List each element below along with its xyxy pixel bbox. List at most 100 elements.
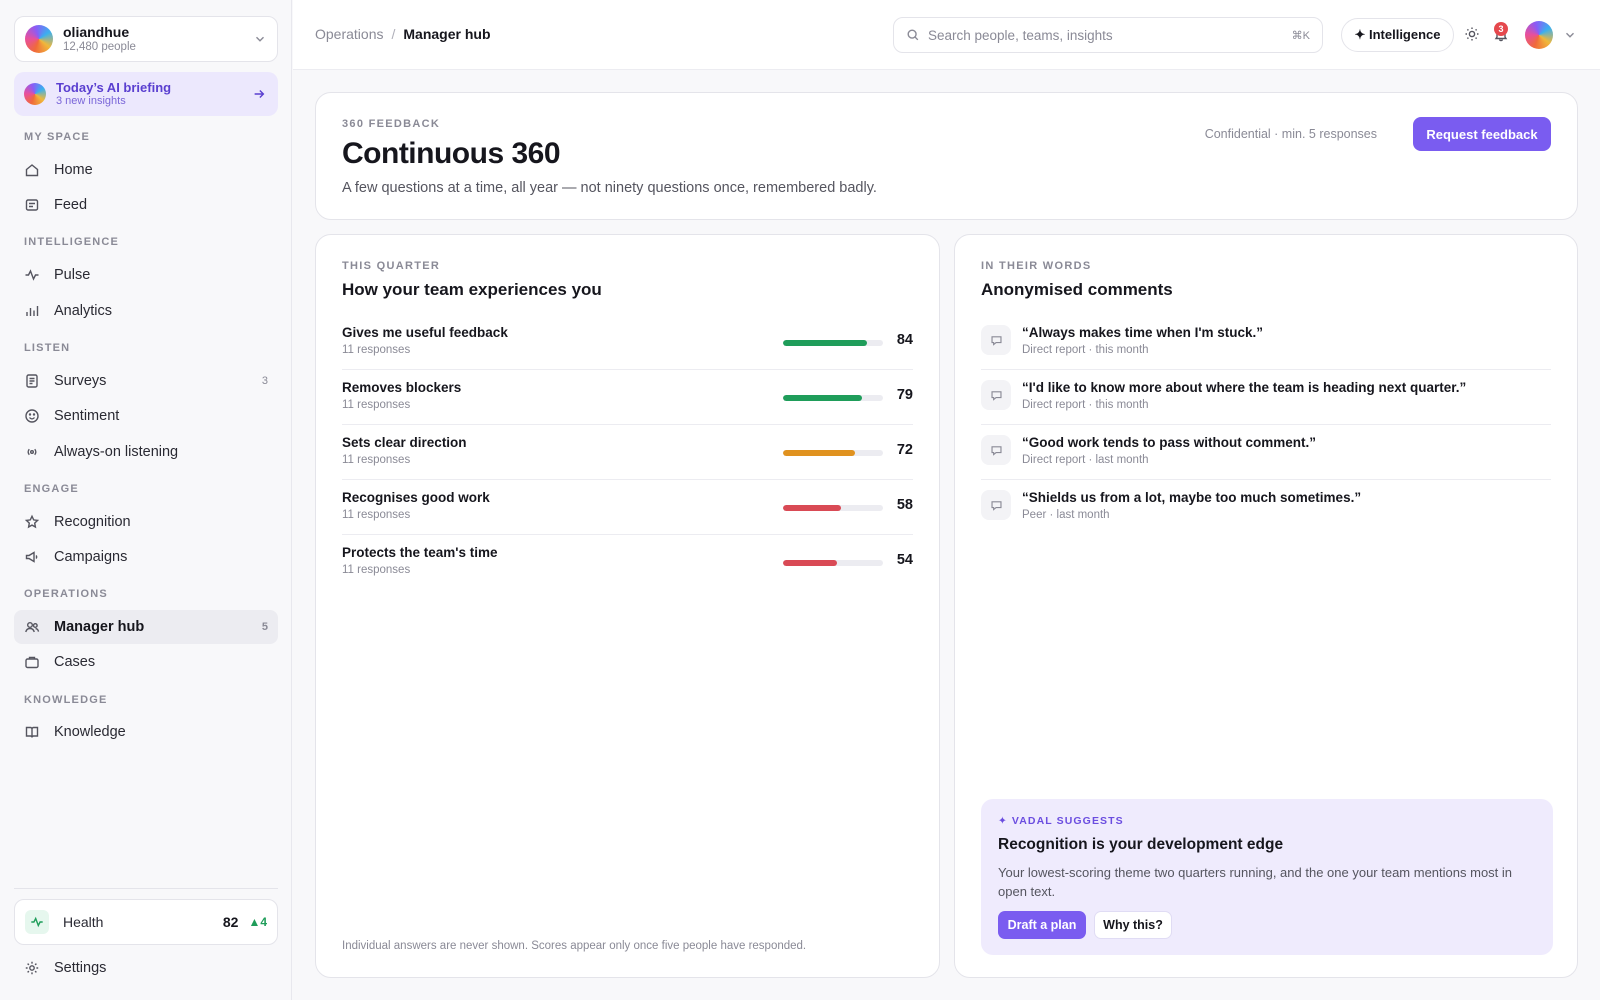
comment-meta: Peer · last month (1022, 509, 1110, 521)
comment-quote: “Shields us from a lot, maybe too much s… (1022, 490, 1362, 505)
bar-chart-icon (26, 306, 39, 316)
scores-eyebrow: THIS QUARTER (342, 260, 441, 272)
sidebar-item-surveys[interactable]: Surveys 3 (14, 364, 278, 398)
user-avatar[interactable] (1525, 21, 1553, 49)
health-widget[interactable]: Health 82 ▲4 (14, 899, 278, 945)
sidebar-item-settings[interactable]: Settings (14, 951, 278, 985)
score-row[interactable]: Sets clear direction 11 responses 72 (342, 425, 913, 480)
sidebar-item-label: Surveys (54, 373, 107, 389)
comment-icon (981, 435, 1011, 465)
sidebar-item-knowledge[interactable]: Knowledge (14, 715, 278, 749)
sidebar-item-always-on-listening[interactable]: Always-on listening (14, 435, 278, 469)
breadcrumb: Operations / Manager hub (315, 26, 491, 42)
intelligence-button[interactable]: ✦ Intelligence (1341, 18, 1454, 52)
sidebar-item-cases[interactable]: Cases (14, 645, 278, 679)
search-input[interactable] (928, 27, 1292, 43)
comment-meta: Direct report · last month (1022, 454, 1149, 466)
org-name: oliandhue (63, 24, 130, 40)
ai-avatar (24, 83, 46, 105)
score-row[interactable]: Protects the team's time 11 responses 54 (342, 535, 913, 590)
comment-icon (981, 325, 1011, 355)
sidebar-item-home[interactable]: Home (14, 153, 278, 187)
breadcrumb-separator: / (391, 26, 396, 42)
nav-section-engage: ENGAGE (24, 483, 79, 495)
comment-meta: Direct report · this month (1022, 399, 1149, 411)
why-this-button[interactable]: Why this? (1094, 911, 1172, 939)
comment-row: “Good work tends to pass without comment… (981, 425, 1551, 480)
comment-quote: “I'd like to know more about where the t… (1022, 380, 1467, 395)
chevron-down-icon[interactable] (1563, 28, 1577, 42)
score-bar-track (783, 340, 883, 346)
sidebar-item-feed[interactable]: Feed (14, 188, 278, 222)
sidebar-item-pulse[interactable]: Pulse (14, 258, 278, 292)
pulse-icon (25, 269, 39, 281)
suggestion-title: Recognition is your development edge (998, 836, 1284, 853)
ai-briefing-card[interactable]: Today’s AI briefing 3 new insights (14, 72, 278, 116)
score-label: Removes blockers (342, 380, 462, 395)
comments-title: Anonymised comments (981, 280, 1173, 299)
score-label: Protects the team's time (342, 545, 498, 560)
score-label: Sets clear direction (342, 435, 467, 450)
request-feedback-button[interactable]: Request feedback (1413, 117, 1551, 151)
score-label: Gives me useful feedback (342, 325, 508, 340)
nav-section-listen: LISTEN (24, 342, 71, 354)
sidebar-item-count: 5 (261, 621, 268, 633)
score-value: 58 (896, 497, 913, 513)
draft-plan-button[interactable]: Draft a plan (998, 911, 1086, 939)
score-bar-track (783, 450, 883, 456)
comment-icon (981, 380, 1011, 410)
settings-label: Settings (54, 960, 107, 976)
score-label: Recognises good work (342, 490, 490, 505)
score-bar-track (783, 505, 883, 511)
pulse-icon (31, 916, 43, 928)
search-box[interactable]: ⌘K (893, 17, 1323, 53)
book-icon (25, 726, 39, 738)
breadcrumb-current: Manager hub (403, 26, 491, 42)
comment-row: “Shields us from a lot, maybe too much s… (981, 480, 1551, 535)
nav-section-operations: OPERATIONS (24, 588, 108, 600)
sidebar-item-label: Campaigns (54, 549, 128, 565)
notification-badge: 3 (1494, 22, 1508, 36)
sidebar-item-campaigns[interactable]: Campaigns (14, 540, 278, 574)
page-title: Continuous 360 (342, 137, 561, 170)
score-bar-fill (783, 560, 837, 566)
gear-icon (25, 961, 39, 975)
score-responses: 11 responses (342, 344, 411, 356)
comments-card: IN THEIR WORDS Anonymised comments “Alwa… (954, 234, 1578, 978)
star-icon (24, 514, 40, 529)
score-value: 72 (896, 442, 913, 458)
sidebar-item-manager-hub[interactable]: Manager hub 5 (14, 610, 278, 644)
score-row[interactable]: Gives me useful feedback 11 responses 84 (342, 315, 913, 370)
team-scores-card: THIS QUARTER How your team experiences y… (315, 234, 940, 978)
comment-row: “I'd like to know more about where the t… (981, 370, 1551, 425)
score-responses: 11 responses (342, 454, 411, 466)
document-icon (26, 374, 38, 388)
chevron-down-icon (256, 36, 264, 42)
sidebar-item-label: Always-on listening (54, 444, 179, 460)
org-switcher[interactable]: oliandhue 12,480 people (14, 16, 278, 62)
breadcrumb-parent[interactable]: Operations (315, 26, 383, 42)
score-row[interactable]: Removes blockers 11 responses 79 (342, 370, 913, 425)
sidebar-item-analytics[interactable]: Analytics (14, 294, 278, 328)
briefing-title: Today’s AI briefing (56, 80, 172, 95)
briefcase-icon (25, 656, 39, 669)
search-shortcut: ⌘K (1291, 29, 1310, 42)
sidebar-item-label: Home (54, 162, 93, 178)
score-responses: 11 responses (342, 509, 411, 521)
sidebar: oliandhue 12,480 people Today’s AI brief… (0, 0, 292, 1000)
smiley-icon (25, 409, 39, 423)
score-bar-fill (783, 395, 862, 401)
score-row[interactable]: Recognises good work 11 responses 58 (342, 480, 913, 535)
sidebar-item-recognition[interactable]: Recognition (14, 505, 278, 539)
health-label: Health (63, 914, 104, 930)
sidebar-item-label: Analytics (54, 303, 113, 319)
sidebar-item-sentiment[interactable]: Sentiment (14, 399, 278, 433)
sun-icon[interactable] (1464, 26, 1480, 42)
score-bar-track (783, 560, 883, 566)
suggestion-eyebrow: ✦ VADAL SUGGESTS (998, 815, 1124, 827)
arrow-right-icon (254, 90, 265, 98)
confidentiality-note: Confidential · min. 5 responses (1204, 127, 1377, 141)
scores-title: How your team experiences you (342, 280, 602, 299)
sidebar-item-label: Knowledge (54, 724, 126, 740)
health-delta: ▲4 (248, 915, 267, 929)
